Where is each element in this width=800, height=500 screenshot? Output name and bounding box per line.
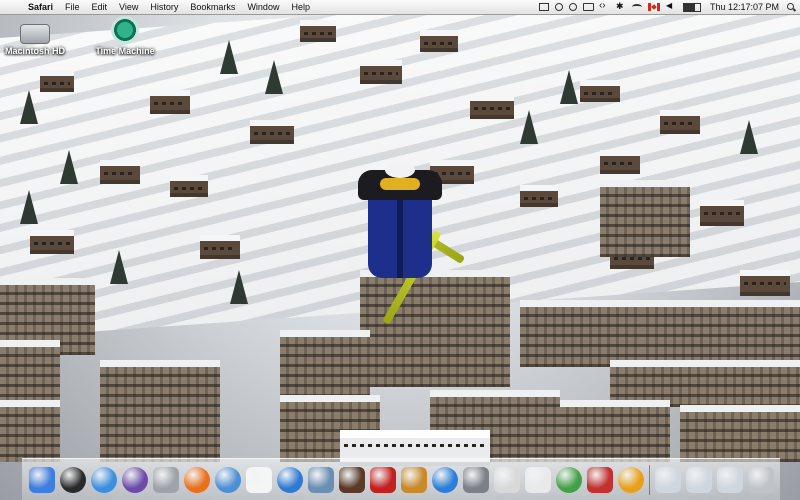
apartment-building — [680, 405, 800, 462]
tree — [560, 70, 578, 104]
menu-extras: Thu 12:17:07 PM — [536, 0, 800, 14]
menu-bar: Safari File Edit View History Bookmarks … — [0, 0, 800, 15]
tree — [230, 270, 248, 304]
chalet — [740, 270, 790, 296]
tree — [220, 40, 238, 74]
menu-file[interactable]: File — [59, 0, 86, 14]
battery-icon[interactable] — [682, 2, 701, 12]
input-source-flag-icon[interactable] — [647, 3, 660, 11]
chalet — [150, 90, 190, 114]
desktop-icon-label: Time Machine — [95, 46, 155, 56]
dock-trash-icon[interactable] — [747, 466, 774, 493]
menu-history[interactable]: History — [144, 0, 184, 14]
time-machine-icon — [111, 16, 139, 44]
dock-dashboard-icon[interactable] — [59, 466, 86, 493]
chalet — [520, 185, 558, 207]
chalet — [600, 150, 640, 174]
dock-crossover-icon[interactable] — [586, 466, 613, 493]
desktop-icon-time-machine[interactable]: Time Machine — [85, 16, 165, 56]
dock-firefox-icon[interactable] — [183, 466, 210, 493]
tree — [20, 90, 38, 124]
jumper-legs — [368, 194, 432, 278]
tree — [60, 150, 78, 184]
chalet — [420, 30, 458, 52]
tree — [20, 190, 38, 224]
dock-calculator-icon[interactable] — [152, 466, 179, 493]
volume-icon[interactable] — [666, 1, 676, 12]
chalet — [40, 70, 74, 92]
menu-app-name[interactable]: Safari — [22, 0, 59, 14]
spotlight-search-icon[interactable] — [786, 2, 796, 12]
chalet — [250, 120, 294, 144]
apartment-building — [560, 400, 670, 462]
ski-jumper — [330, 160, 480, 325]
dock-vlc-icon[interactable] — [617, 466, 644, 493]
tree — [520, 110, 538, 144]
wifi-icon[interactable] — [631, 4, 642, 10]
mail-icon[interactable] — [538, 3, 549, 11]
apartment-building — [0, 340, 60, 407]
chalet — [360, 60, 402, 84]
chalet — [700, 200, 744, 226]
chalet — [100, 160, 140, 184]
hard-drive-icon — [20, 24, 50, 44]
apartment-building — [0, 400, 60, 462]
sync-icon[interactable] — [554, 3, 563, 11]
dock-applications-folder-icon[interactable] — [716, 466, 743, 493]
dock-iphoto-icon[interactable] — [307, 466, 334, 493]
dock-mail-icon[interactable] — [214, 466, 241, 493]
chalet — [660, 110, 700, 134]
menu-help[interactable]: Help — [285, 0, 316, 14]
chalet — [200, 235, 240, 259]
dock-itunes-radio-icon[interactable] — [121, 466, 148, 493]
dock-ichat-icon[interactable] — [431, 466, 458, 493]
desktop-icon-label: Macintosh HD — [4, 46, 65, 56]
dock-safari-icon[interactable] — [90, 466, 117, 493]
chalet — [580, 80, 620, 102]
display-icon[interactable] — [582, 3, 594, 11]
dock — [22, 458, 780, 500]
dock-separator — [648, 464, 650, 495]
chalet — [30, 230, 74, 254]
dock-downloads-folder-icon[interactable] — [685, 466, 712, 493]
chalet — [170, 175, 208, 197]
menu-bookmarks[interactable]: Bookmarks — [184, 0, 241, 14]
dock-address-book-icon[interactable] — [493, 466, 520, 493]
dock-documents-folder-icon[interactable] — [654, 466, 681, 493]
bluetooth-icon[interactable] — [616, 1, 626, 12]
dock-flashcards-icon[interactable] — [369, 466, 396, 493]
menu-edit[interactable]: Edit — [86, 0, 114, 14]
dock-textedit-icon[interactable] — [524, 466, 551, 493]
tree — [265, 60, 283, 94]
apartment-building — [280, 330, 370, 397]
chalet — [300, 20, 336, 42]
jumper-helmet — [385, 162, 415, 178]
dock-finder-icon[interactable] — [28, 466, 55, 493]
dock-itunes-icon[interactable] — [276, 466, 303, 493]
arrows-icon[interactable] — [599, 0, 610, 12]
apartment-building — [600, 180, 690, 257]
tree — [740, 120, 758, 154]
menu-view[interactable]: View — [113, 0, 144, 14]
dock-windows-media-player-icon[interactable] — [555, 466, 582, 493]
dock-garageband-icon[interactable] — [400, 466, 427, 493]
menu-window[interactable]: Window — [241, 0, 285, 14]
dock-ical-icon[interactable] — [245, 466, 272, 493]
dock-photo-booth-icon[interactable] — [338, 466, 365, 493]
apartment-building — [100, 360, 220, 462]
desktop-icon-macintosh-hd[interactable]: Macintosh HD — [0, 18, 75, 56]
desktop-wallpaper — [0, 0, 800, 500]
chalet — [470, 95, 514, 119]
apartment-building — [520, 300, 640, 367]
menu-clock[interactable]: Thu 12:17:07 PM — [705, 2, 784, 12]
time-machine-status-icon[interactable] — [568, 3, 577, 11]
dock-system-preferences-icon[interactable] — [462, 466, 489, 493]
jumper-collar — [380, 178, 420, 190]
tree — [110, 250, 128, 284]
